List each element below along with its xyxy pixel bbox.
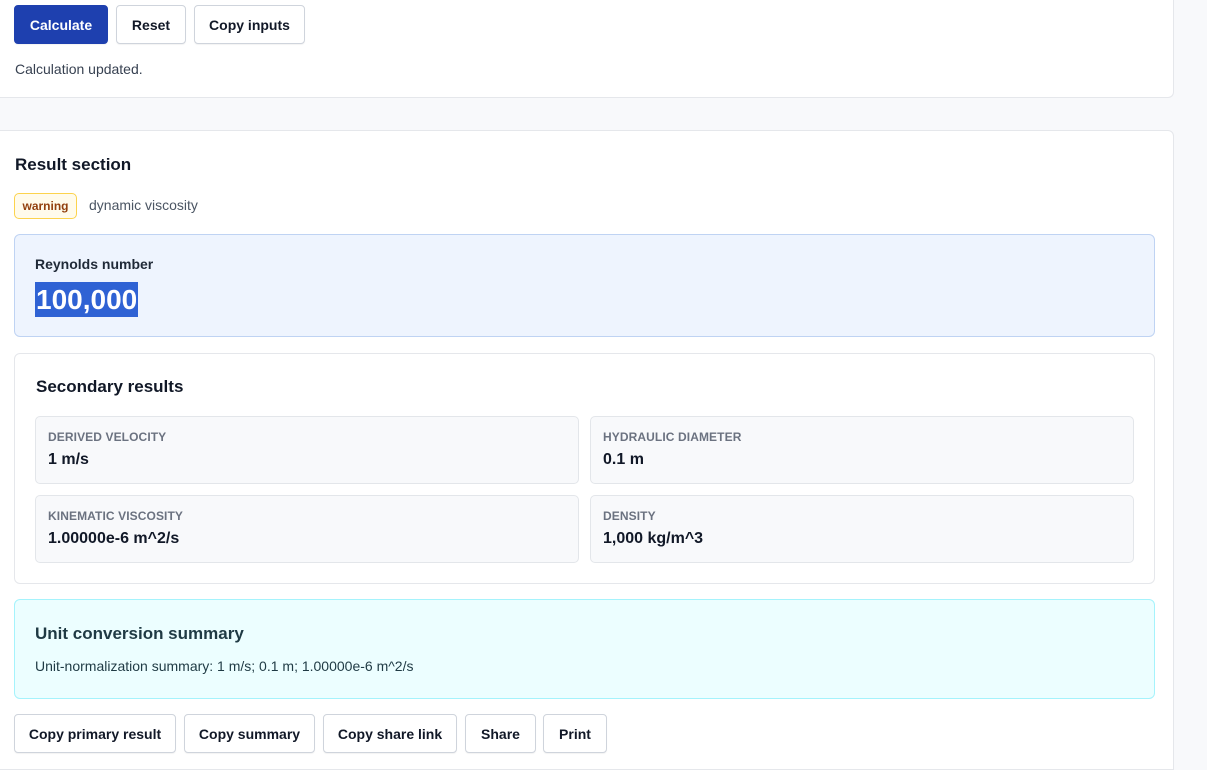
- secondary-results-title: Secondary results: [36, 377, 184, 396]
- metric-hydraulic-diameter: HYDRAULIC DIAMETER 0.1 m: [590, 416, 1134, 484]
- status-message: Calculation updated.: [15, 61, 143, 77]
- primary-result-label: Reynolds number: [35, 256, 154, 272]
- copy-inputs-button[interactable]: Copy inputs: [194, 5, 305, 44]
- copy-share-link-button[interactable]: Copy share link: [323, 714, 457, 753]
- metric-kinematic-viscosity: KINEMATIC VISCOSITY 1.00000e-6 m^2/s: [35, 495, 579, 563]
- calculate-button[interactable]: Calculate: [14, 5, 108, 44]
- page-gutter: [1175, 0, 1207, 759]
- warning-note: dynamic viscosity: [89, 197, 198, 213]
- copy-summary-button[interactable]: Copy summary: [184, 714, 315, 753]
- metric-derived-velocity: DERIVED VELOCITY 1 m/s: [35, 416, 579, 484]
- primary-result-value[interactable]: 100,000: [35, 282, 139, 317]
- metric-value: 1.00000e-6 m^2/s: [48, 530, 180, 547]
- metric-label: HYDRAULIC DIAMETER: [603, 430, 742, 444]
- metric-label: KINEMATIC VISCOSITY: [48, 509, 184, 523]
- print-button[interactable]: Print: [543, 714, 607, 753]
- share-button[interactable]: Share: [465, 714, 536, 753]
- unit-conversion-summary-title: Unit conversion summary: [35, 624, 244, 643]
- metric-value: 1,000 kg/m^3: [603, 530, 704, 547]
- unit-conversion-summary-text: Unit-normalization summary: 1 m/s; 0.1 m…: [35, 658, 414, 674]
- metric-label: DERIVED VELOCITY: [48, 430, 167, 444]
- metric-density: DENSITY 1,000 kg/m^3: [590, 495, 1134, 563]
- metric-value: 1 m/s: [48, 451, 89, 468]
- result-section-title: Result section: [15, 155, 132, 174]
- reset-button[interactable]: Reset: [116, 5, 186, 44]
- unit-conversion-summary-panel: [14, 599, 1155, 699]
- copy-primary-result-button[interactable]: Copy primary result: [14, 714, 176, 753]
- metric-value: 0.1 m: [603, 451, 644, 468]
- primary-result-panel: [14, 234, 1155, 337]
- warning-badge: warning: [14, 193, 77, 219]
- metric-label: DENSITY: [603, 509, 656, 523]
